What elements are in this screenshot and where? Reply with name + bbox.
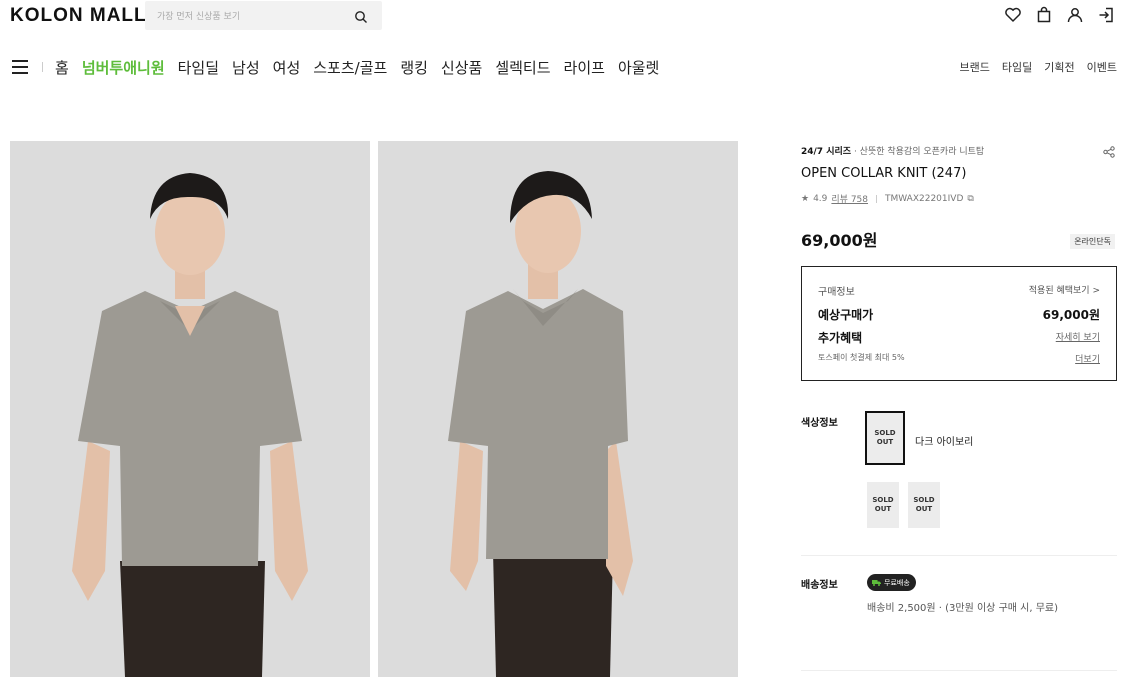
sold-out-label: SOLD OUT [913, 496, 935, 513]
search-bar[interactable]: 가장 먼저 신상품 보기 [145, 1, 382, 30]
color-swatch[interactable]: SOLD OUT [908, 482, 940, 528]
nav-brand[interactable]: 브랜드 [960, 59, 990, 75]
product-image-side[interactable] [378, 141, 738, 677]
nav-divider [42, 62, 43, 72]
rating-value: 4.9 [813, 193, 828, 204]
menu-icon[interactable] [12, 60, 28, 74]
online-exclusive-badge: 온라인단독 [1070, 234, 1115, 249]
section-divider [801, 670, 1117, 671]
expected-price-label: 예상구매가 [818, 308, 874, 322]
search-icon[interactable] [354, 9, 368, 23]
series-subtitle: 산뜻한 착용감의 오픈카라 니트탑 [859, 147, 985, 157]
toss-pay-text: 토스페이 첫결제 최대 5% [818, 353, 905, 362]
product-image-front[interactable] [10, 141, 370, 677]
color-swatch[interactable]: SOLD OUT [867, 482, 899, 528]
product-price: 69,000원 [801, 231, 878, 250]
nav-item[interactable]: 여성 [273, 57, 301, 78]
review-link[interactable]: 리뷰 758 [831, 192, 868, 205]
nav-item[interactable]: 넘버투애니원 [82, 57, 165, 78]
nav-item[interactable]: 신상품 [441, 57, 482, 78]
expected-price-value: 69,000원 [1042, 308, 1100, 322]
heart-icon[interactable] [1004, 6, 1022, 24]
logo[interactable]: KOLON MALL [10, 5, 147, 27]
free-shipping-text: 무료배송 [884, 578, 910, 587]
copy-icon[interactable]: ⧉ [967, 194, 973, 204]
color-swatch-selected[interactable]: SOLD OUT [865, 411, 905, 465]
purchase-info-box: 구매정보 적용된 혜택보기 > 예상구매가 69,000원 추가혜택 자세히 보… [801, 266, 1117, 381]
sold-out-label: SOLD OUT [874, 429, 896, 446]
star-icon: ★ [801, 193, 810, 204]
product-title: OPEN COLLAR KNIT (247) [801, 166, 967, 181]
share-icon[interactable] [1103, 143, 1115, 158]
nav-timedeal[interactable]: 타임딜 [1002, 59, 1032, 75]
extra-benefit-label: 추가혜택 [818, 331, 863, 345]
sold-out-label: SOLD OUT [872, 496, 894, 513]
purchase-info-label: 구매정보 [818, 287, 855, 298]
user-icon[interactable] [1066, 6, 1084, 24]
nav-item[interactable]: 타임딜 [178, 57, 219, 78]
free-shipping-badge: 무료배송 [867, 574, 916, 591]
secondary-nav: 브랜드 타임딜 기획전 이벤트 [960, 59, 1118, 75]
nav-item[interactable]: 스포츠/골프 [313, 57, 387, 78]
nav-item[interactable]: 남성 [232, 57, 260, 78]
series-line: 24/7 시리즈 · 산뜻한 착용감의 오픈카라 니트탑 [801, 147, 985, 157]
nav-event[interactable]: 이벤트 [1087, 59, 1117, 75]
color-name: 다크 아이보리 [915, 437, 974, 448]
truck-icon [872, 580, 881, 586]
shipping-fee-text: 배송비 2,500원 · (3만원 이상 구매 시, 무료) [867, 603, 1059, 614]
product-code: TMWAX22201IVD [885, 193, 964, 204]
nav-item[interactable]: 셀렉티드 [495, 57, 550, 78]
color-label: 색상정보 [801, 418, 838, 429]
nav-item[interactable]: 아울렛 [618, 57, 659, 78]
nav-item[interactable]: 랭킹 [400, 57, 428, 78]
nav-special[interactable]: 기획전 [1044, 59, 1074, 75]
product-meta: ★ 4.9 리뷰 758 TMWAX22201IVD ⧉ [801, 192, 974, 206]
bag-icon[interactable] [1035, 6, 1053, 24]
section-divider [801, 555, 1117, 556]
main-nav: 홈 넘버투애니원 타임딜 남성 여성 스포츠/골프 랭킹 신상품 셀렉티드 라이… [12, 56, 672, 78]
search-input[interactable]: 가장 먼저 신상품 보기 [157, 9, 354, 22]
nav-item[interactable]: 홈 [55, 57, 69, 78]
meta-divider [876, 194, 878, 203]
more-link[interactable]: 더보기 [1075, 352, 1100, 365]
nav-item[interactable]: 라이프 [564, 57, 605, 78]
shipping-label: 배송정보 [801, 580, 838, 591]
login-icon[interactable] [1097, 6, 1115, 24]
series-link[interactable]: 24/7 시리즈 [801, 147, 851, 157]
applied-benefits-link[interactable]: 적용된 혜택보기 > [1029, 283, 1100, 296]
detail-link[interactable]: 자세히 보기 [1056, 330, 1100, 343]
